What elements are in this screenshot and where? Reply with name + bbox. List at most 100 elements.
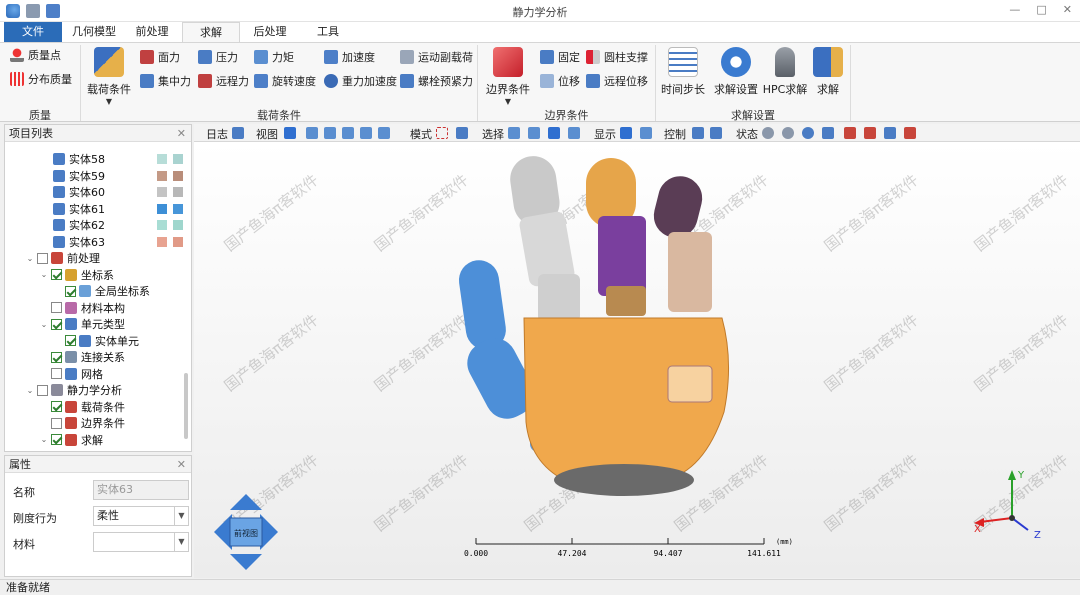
minimize-button[interactable]: —	[1009, 3, 1020, 16]
tree-item-boundary-condition[interactable]: 边界条件	[5, 415, 187, 432]
boundary-condition-button[interactable]: 边界条件 ▼	[484, 47, 532, 106]
index-finger[interactable]	[507, 153, 580, 322]
tree-item-coordinate-system[interactable]: ⌄ 坐标系	[5, 267, 187, 284]
tree-item-solid-element[interactable]: 实体单元	[5, 333, 187, 350]
select-body-icon[interactable]	[568, 127, 580, 139]
visibility-checkbox[interactable]	[51, 417, 62, 429]
close-icon[interactable]: ✕	[177, 125, 186, 142]
chevron-down-icon[interactable]: ▼	[174, 533, 188, 551]
tree-item-material[interactable]: 材料本构	[5, 300, 187, 317]
wrist-base[interactable]	[554, 464, 694, 496]
eye-show-icon[interactable]	[802, 127, 814, 139]
visibility-checkbox[interactable]	[65, 335, 76, 347]
view-cube-down-arrow[interactable]	[230, 554, 262, 570]
gravity-acceleration-button[interactable]: 重力加速度	[324, 73, 397, 89]
swap-icon[interactable]	[904, 127, 916, 139]
visibility-checkbox[interactable]	[51, 318, 62, 330]
stiffness-behavior-select[interactable]: 柔性 ▼	[93, 506, 189, 526]
remote-force-button[interactable]: 远程力	[198, 73, 249, 89]
log-icon[interactable]	[232, 127, 244, 139]
select-point-icon[interactable]	[508, 127, 520, 139]
wireframe-icon[interactable]	[640, 127, 652, 139]
visibility-checkbox[interactable]	[51, 351, 62, 363]
fit-view-icon[interactable]	[710, 127, 722, 139]
visibility-checkbox[interactable]	[51, 302, 62, 314]
view-right-icon[interactable]	[342, 127, 354, 139]
fixed-support-button[interactable]: 固定	[540, 49, 580, 65]
select-edge-icon[interactable]	[528, 127, 540, 139]
shield-blue-icon[interactable]	[884, 127, 896, 139]
surface-force-button[interactable]: 面力	[140, 49, 180, 65]
eye-icon[interactable]	[782, 127, 794, 139]
tab-postprocess[interactable]: 后处理	[242, 22, 298, 42]
shield-check-icon[interactable]	[864, 127, 876, 139]
remote-displacement-button[interactable]: 远程位移	[586, 73, 648, 89]
view-bottom-icon[interactable]	[378, 127, 390, 139]
acceleration-button[interactable]: 加速度	[324, 49, 375, 65]
tree-item-body-59[interactable]: 实体59	[5, 168, 187, 185]
pointer-icon[interactable]	[456, 127, 468, 139]
pan-icon[interactable]	[692, 127, 704, 139]
tree-scrollbar[interactable]	[184, 373, 188, 439]
close-button[interactable]: ✕	[1063, 3, 1072, 16]
pressure-button[interactable]: 压力	[198, 49, 238, 65]
ring-finger[interactable]	[649, 172, 712, 312]
view-cube-up-arrow[interactable]	[230, 494, 262, 510]
visibility-checkbox[interactable]	[51, 269, 62, 281]
chevron-down-icon[interactable]: ⌄	[39, 320, 49, 329]
hand-model-render[interactable]: 前视图 0.000 47.204 94.407 141.611 (mm) Y X…	[194, 142, 1080, 578]
view-cube[interactable]: 前视图	[214, 494, 278, 570]
load-condition-button[interactable]: 载荷条件 ▼	[86, 47, 132, 106]
shaded-icon[interactable]	[620, 127, 632, 139]
tree-item-global-coordinate[interactable]: 全局坐标系	[5, 283, 187, 300]
joint-load-button[interactable]: 运动副载荷	[400, 49, 473, 65]
tree-item-mesh[interactable]: 网格	[5, 366, 187, 383]
visibility-checkbox[interactable]	[51, 434, 62, 446]
tab-solve[interactable]: 求解	[182, 22, 240, 42]
eye-hide-icon[interactable]	[762, 127, 774, 139]
tree-item-body-63[interactable]: 实体63	[5, 234, 187, 251]
solve-button[interactable]: 求解	[810, 47, 846, 97]
chevron-down-icon[interactable]: ⌄	[25, 254, 35, 263]
view-front-icon[interactable]	[284, 127, 296, 139]
visibility-checkbox[interactable]	[51, 368, 62, 380]
hpc-solve-button[interactable]: HPC求解	[762, 47, 808, 97]
concentrated-force-button[interactable]: 集中力	[140, 73, 191, 89]
tree-item-body-62[interactable]: 实体62	[5, 217, 187, 234]
tab-tools[interactable]: 工具	[300, 22, 356, 42]
tree-item-solve[interactable]: ⌄ 求解	[5, 432, 187, 449]
view-back-icon[interactable]	[306, 127, 318, 139]
tab-file[interactable]: 文件	[4, 22, 62, 42]
displacement-button[interactable]: 位移	[540, 73, 580, 89]
tree-item-body-61[interactable]: 实体61	[5, 201, 187, 218]
point-mass-button[interactable]: 质量点	[10, 47, 61, 63]
tab-geometry[interactable]: 几何模型	[64, 22, 124, 42]
tree-item-body-58[interactable]: 实体58	[5, 151, 187, 168]
distributed-mass-button[interactable]: 分布质量	[10, 71, 72, 87]
shield-red-icon[interactable]	[844, 127, 856, 139]
tree-item-body-60[interactable]: 实体60	[5, 184, 187, 201]
time-step-button[interactable]: 时间步长	[660, 47, 706, 97]
view-top-icon[interactable]	[360, 127, 372, 139]
tab-preprocess[interactable]: 前处理	[124, 22, 180, 42]
chevron-down-icon[interactable]: ⌄	[39, 270, 49, 279]
close-icon[interactable]: ✕	[177, 456, 186, 473]
view-cube-right-arrow[interactable]	[260, 514, 278, 550]
box-select-icon[interactable]	[436, 127, 448, 139]
chevron-down-icon[interactable]: ⌄	[39, 435, 49, 444]
tree-item-load-condition[interactable]: 载荷条件	[5, 399, 187, 416]
tree-item-element-type[interactable]: ⌄ 单元类型	[5, 316, 187, 333]
visibility-checkbox[interactable]	[51, 401, 62, 413]
sort-icon[interactable]	[822, 127, 834, 139]
visibility-checkbox[interactable]	[37, 252, 48, 264]
bolt-pretension-button[interactable]: 螺栓预紧力	[400, 73, 473, 89]
solve-settings-button[interactable]: 求解设置	[712, 47, 760, 97]
3d-viewport[interactable]: 国产鱼海π客软件 国产鱼海π客软件 国产鱼海π客软件 国产鱼海π客软件 国产鱼海…	[194, 142, 1080, 578]
chevron-down-icon[interactable]: ▼	[174, 507, 188, 525]
select-face-icon[interactable]	[548, 127, 560, 139]
chevron-down-icon[interactable]: ⌄	[25, 386, 35, 395]
maximize-button[interactable]: □	[1036, 3, 1046, 16]
view-left-icon[interactable]	[324, 127, 336, 139]
rotational-velocity-button[interactable]: 旋转速度	[254, 73, 316, 89]
moment-button[interactable]: 力矩	[254, 49, 294, 65]
